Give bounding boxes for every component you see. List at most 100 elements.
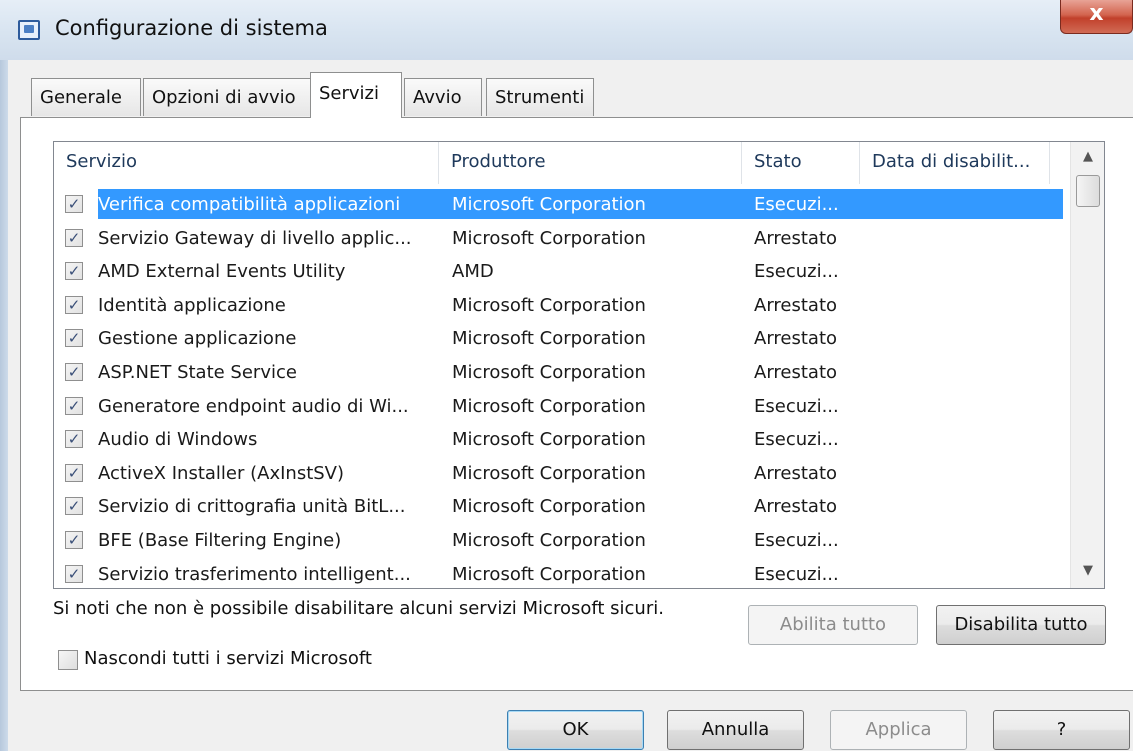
service-status: Esecuzi... xyxy=(754,194,839,215)
service-disabled-date xyxy=(872,188,1052,221)
tab-opzioni-di-avvio[interactable]: Opzioni di avvio xyxy=(143,78,311,116)
service-checkbox[interactable]: ✓ xyxy=(65,530,83,549)
vertical-scrollbar[interactable]: ▲ ▼ xyxy=(1070,142,1104,588)
service-manufacturer: Microsoft Corporation xyxy=(452,563,646,585)
service-manufacturer: Microsoft Corporation xyxy=(452,361,646,383)
cancel-button[interactable]: Annulla xyxy=(667,710,804,750)
service-checkbox[interactable]: ✓ xyxy=(65,497,83,516)
list-header: Servizio Produttore Stato Data di disabi… xyxy=(54,142,1070,184)
service-disabled-date xyxy=(872,322,1052,355)
service-status: Arrestato xyxy=(754,462,838,484)
table-row[interactable]: ✓ BFE (Base Filtering Engine) Microsoft Co… xyxy=(54,524,1070,558)
enable-all-button[interactable]: Abilita tutto xyxy=(748,605,918,645)
service-disabled-date xyxy=(872,558,1052,588)
service-manufacturer: Microsoft Corporation xyxy=(452,227,646,249)
service-name: Servizio Gateway di livello applic... xyxy=(98,227,412,249)
service-checkbox[interactable]: ✓ xyxy=(65,329,83,348)
column-header-servizio[interactable]: Servizio xyxy=(54,142,439,184)
tab-servizi[interactable]: Servizi xyxy=(310,72,402,118)
service-name: Audio di Windows xyxy=(98,429,258,451)
service-manufacturer: Microsoft Corporation xyxy=(452,328,646,350)
service-status: Arrestato xyxy=(754,227,838,249)
hide-microsoft-services-checkbox[interactable] xyxy=(58,650,78,670)
note-text: Si noti che non è possibile disabilitare… xyxy=(53,598,664,619)
service-name: Generatore endpoint audio di Wi... xyxy=(98,395,409,417)
service-status: Esecuzi... xyxy=(754,261,839,283)
service-name: Identità applicazione xyxy=(98,294,286,316)
tab-strumenti[interactable]: Strumenti xyxy=(486,78,594,116)
ok-button[interactable]: OK xyxy=(507,710,644,750)
service-manufacturer: Microsoft Corporation xyxy=(452,462,646,484)
service-disabled-date xyxy=(872,457,1052,490)
service-manufacturer: Microsoft Corporation xyxy=(452,529,646,551)
table-row[interactable]: ✓ ActiveX Installer (AxInstSV) Microsoft C… xyxy=(54,457,1070,491)
msconfig-icon xyxy=(18,20,40,40)
service-name: AMD External Events Utility xyxy=(98,261,346,283)
table-row[interactable]: ✓ Identità applicazione Microsoft Corporat… xyxy=(54,289,1070,323)
service-name: Servizio trasferimento intelligent... xyxy=(98,563,411,585)
service-checkbox[interactable]: ✓ xyxy=(65,362,83,381)
service-status: Arrestato xyxy=(754,294,838,316)
service-disabled-date xyxy=(872,356,1052,389)
service-checkbox[interactable]: ✓ xyxy=(65,228,83,247)
column-header-produttore[interactable]: Produttore xyxy=(439,142,742,184)
apply-button[interactable]: Applica xyxy=(830,710,967,750)
list-rows: ✓ Verifica compatibilità applicazioni Micr… xyxy=(54,188,1070,588)
service-checkbox[interactable]: ✓ xyxy=(65,396,83,415)
service-name: ASP.NET State Service xyxy=(98,361,297,383)
service-status: Arrestato xyxy=(754,328,838,350)
service-manufacturer: Microsoft Corporation xyxy=(452,429,646,451)
service-checkbox[interactable]: ✓ xyxy=(65,430,83,449)
service-status: Esecuzi... xyxy=(754,529,839,551)
service-manufacturer: Microsoft Corporation xyxy=(452,294,646,316)
help-button[interactable]: ? xyxy=(993,710,1130,750)
table-row[interactable]: ✓ Audio di Windows Microsoft Corporation Es… xyxy=(54,423,1070,457)
disable-all-button[interactable]: Disabilita tutto xyxy=(936,605,1106,645)
table-row[interactable]: ✓ Servizio di crittografia unità BitL... M… xyxy=(54,490,1070,524)
service-name: BFE (Base Filtering Engine) xyxy=(98,529,342,551)
service-disabled-date xyxy=(872,524,1052,557)
service-checkbox[interactable]: ✓ xyxy=(65,195,83,213)
window-frame xyxy=(0,60,8,751)
service-disabled-date xyxy=(872,390,1052,423)
service-manufacturer: Microsoft Corporation xyxy=(452,496,646,518)
close-button[interactable]: x xyxy=(1060,0,1133,34)
tab-generale[interactable]: Generale xyxy=(31,78,141,116)
table-row[interactable]: ✓ Generatore endpoint audio di Wi... Micro… xyxy=(54,390,1070,424)
title-bar: Configurazione di sistema x xyxy=(0,0,1133,60)
service-checkbox[interactable]: ✓ xyxy=(65,564,83,583)
scroll-down-arrow-icon[interactable]: ▼ xyxy=(1071,556,1104,586)
table-row[interactable]: ✓ Verifica compatibilità applicazioni Micr… xyxy=(54,188,1070,222)
service-checkbox[interactable]: ✓ xyxy=(65,295,83,314)
scroll-up-arrow-icon[interactable]: ▲ xyxy=(1071,142,1104,172)
service-name: Verifica compatibilità applicazioni xyxy=(98,194,401,215)
service-manufacturer: Microsoft Corporation xyxy=(452,395,646,417)
table-row[interactable]: ✓ Gestione applicazione Microsoft Corporat… xyxy=(54,322,1070,356)
table-row[interactable]: ✓ Servizio Gateway di livello applic... Mi… xyxy=(54,222,1070,256)
table-row[interactable]: ✓ AMD External Events Utility AMD Esecuzi..… xyxy=(54,255,1070,289)
service-disabled-date xyxy=(872,255,1052,288)
service-checkbox[interactable]: ✓ xyxy=(65,463,83,482)
table-row[interactable]: ✓ ASP.NET State Service Microsoft Corporat… xyxy=(54,356,1070,390)
service-name: ActiveX Installer (AxInstSV) xyxy=(98,462,345,484)
tab-avvio[interactable]: Avvio xyxy=(404,78,482,116)
service-status: Esecuzi... xyxy=(754,429,839,451)
service-disabled-date xyxy=(872,289,1052,322)
services-list[interactable]: Servizio Produttore Stato Data di disabi… xyxy=(53,141,1105,589)
service-name: Gestione applicazione xyxy=(98,328,297,350)
service-disabled-date xyxy=(872,490,1052,523)
service-disabled-date xyxy=(872,222,1052,255)
table-row[interactable]: ✓ Servizio trasferimento intelligent... Mi… xyxy=(54,558,1070,588)
service-manufacturer: Microsoft Corporation xyxy=(452,194,646,215)
column-header-stato[interactable]: Stato xyxy=(742,142,860,184)
service-manufacturer: AMD xyxy=(452,261,494,283)
service-status: Esecuzi... xyxy=(754,395,839,417)
scrollbar-thumb[interactable] xyxy=(1076,175,1100,207)
service-status: Esecuzi... xyxy=(754,563,839,585)
service-name: Servizio di crittografia unità BitL... xyxy=(98,496,406,518)
service-checkbox[interactable]: ✓ xyxy=(65,262,83,281)
column-header-data-disabilitazione[interactable]: Data di disabilit... xyxy=(860,142,1050,184)
window-title: Configurazione di sistema xyxy=(55,16,328,40)
service-status: Arrestato xyxy=(754,496,838,518)
hide-microsoft-services-label: Nascondi tutti i servizi Microsoft xyxy=(84,648,372,669)
